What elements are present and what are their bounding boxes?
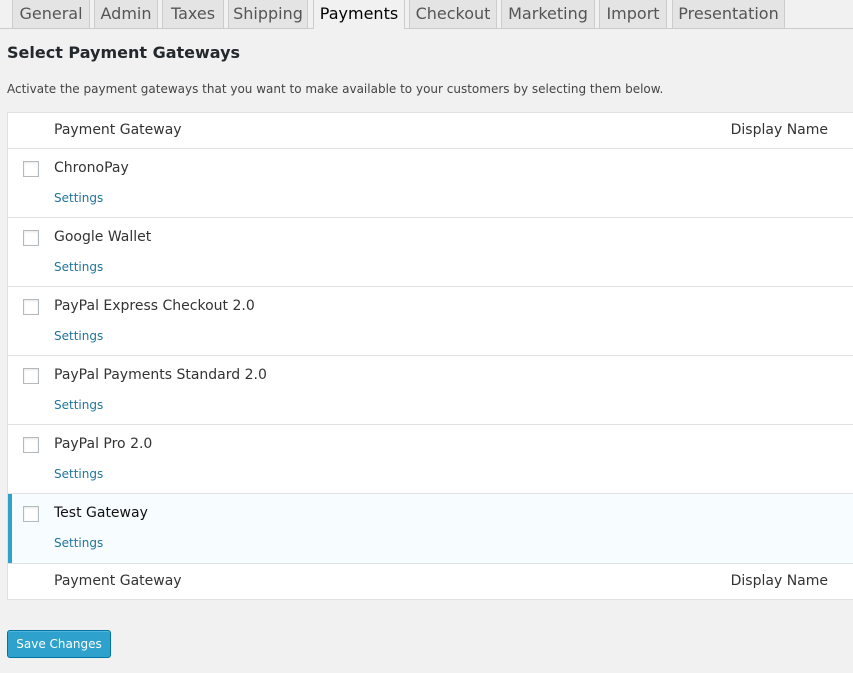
tab-checkout[interactable]: Checkout — [409, 0, 497, 28]
column-header-payment-gateway: Payment Gateway — [54, 122, 182, 138]
column-footer-payment-gateway: Payment Gateway — [54, 573, 182, 589]
page-title: Select Payment Gateways — [7, 43, 241, 62]
table-row-paypal-express: PayPal Express Checkout 2.0 Settings — [8, 287, 853, 356]
table-row-google-wallet: Google Wallet Settings — [8, 218, 853, 287]
table-row-paypal-pro: PayPal Pro 2.0 Settings — [8, 425, 853, 494]
table-footer: Payment Gateway Display Name — [8, 563, 853, 599]
gateway-name: Test Gateway — [54, 505, 148, 521]
gateway-name: PayPal Express Checkout 2.0 — [54, 298, 255, 314]
table-row-test-gateway: Test Gateway Settings — [8, 494, 853, 564]
page-description: Activate the payment gateways that you w… — [7, 82, 664, 96]
tab-presentation[interactable]: Presentation — [672, 0, 785, 28]
gateway-name: PayPal Pro 2.0 — [54, 436, 153, 452]
gateway-checkbox[interactable] — [23, 368, 39, 384]
gateway-name: PayPal Payments Standard 2.0 — [54, 367, 267, 383]
gateway-settings-link[interactable]: Settings — [54, 398, 103, 412]
payment-gateways-table: Payment Gateway Display Name ChronoPay S… — [7, 112, 853, 600]
tab-shipping[interactable]: Shipping — [228, 0, 308, 28]
gateway-name: Google Wallet — [54, 229, 152, 245]
column-footer-display-name: Display Name — [730, 573, 828, 589]
column-header-display-name: Display Name — [730, 122, 828, 138]
table-row-paypal-standard: PayPal Payments Standard 2.0 Settings — [8, 356, 853, 425]
tab-taxes[interactable]: Taxes — [162, 0, 224, 28]
gateway-checkbox[interactable] — [23, 299, 39, 315]
gateway-settings-link[interactable]: Settings — [54, 260, 103, 274]
gateway-checkbox[interactable] — [23, 230, 39, 246]
gateway-settings-link[interactable]: Settings — [54, 191, 103, 205]
tab-import[interactable]: Import — [599, 0, 667, 28]
tab-payments[interactable]: Payments — [313, 0, 405, 29]
save-changes-button[interactable]: Save Changes — [7, 630, 111, 658]
table-header: Payment Gateway Display Name — [8, 113, 853, 149]
tab-general[interactable]: General — [12, 0, 90, 28]
tab-admin[interactable]: Admin — [94, 0, 158, 28]
gateway-settings-link[interactable]: Settings — [54, 329, 103, 343]
settings-tabs: General Admin Taxes Shipping Payments Ch… — [0, 0, 853, 29]
gateway-name: ChronoPay — [54, 160, 129, 176]
table-row-chronopay: ChronoPay Settings — [8, 149, 853, 218]
gateway-checkbox[interactable] — [23, 161, 39, 177]
gateway-checkbox[interactable] — [23, 437, 39, 453]
gateway-settings-link[interactable]: Settings — [54, 467, 103, 481]
gateway-settings-link[interactable]: Settings — [54, 536, 103, 550]
gateway-checkbox[interactable] — [23, 506, 39, 522]
tab-marketing[interactable]: Marketing — [501, 0, 595, 28]
